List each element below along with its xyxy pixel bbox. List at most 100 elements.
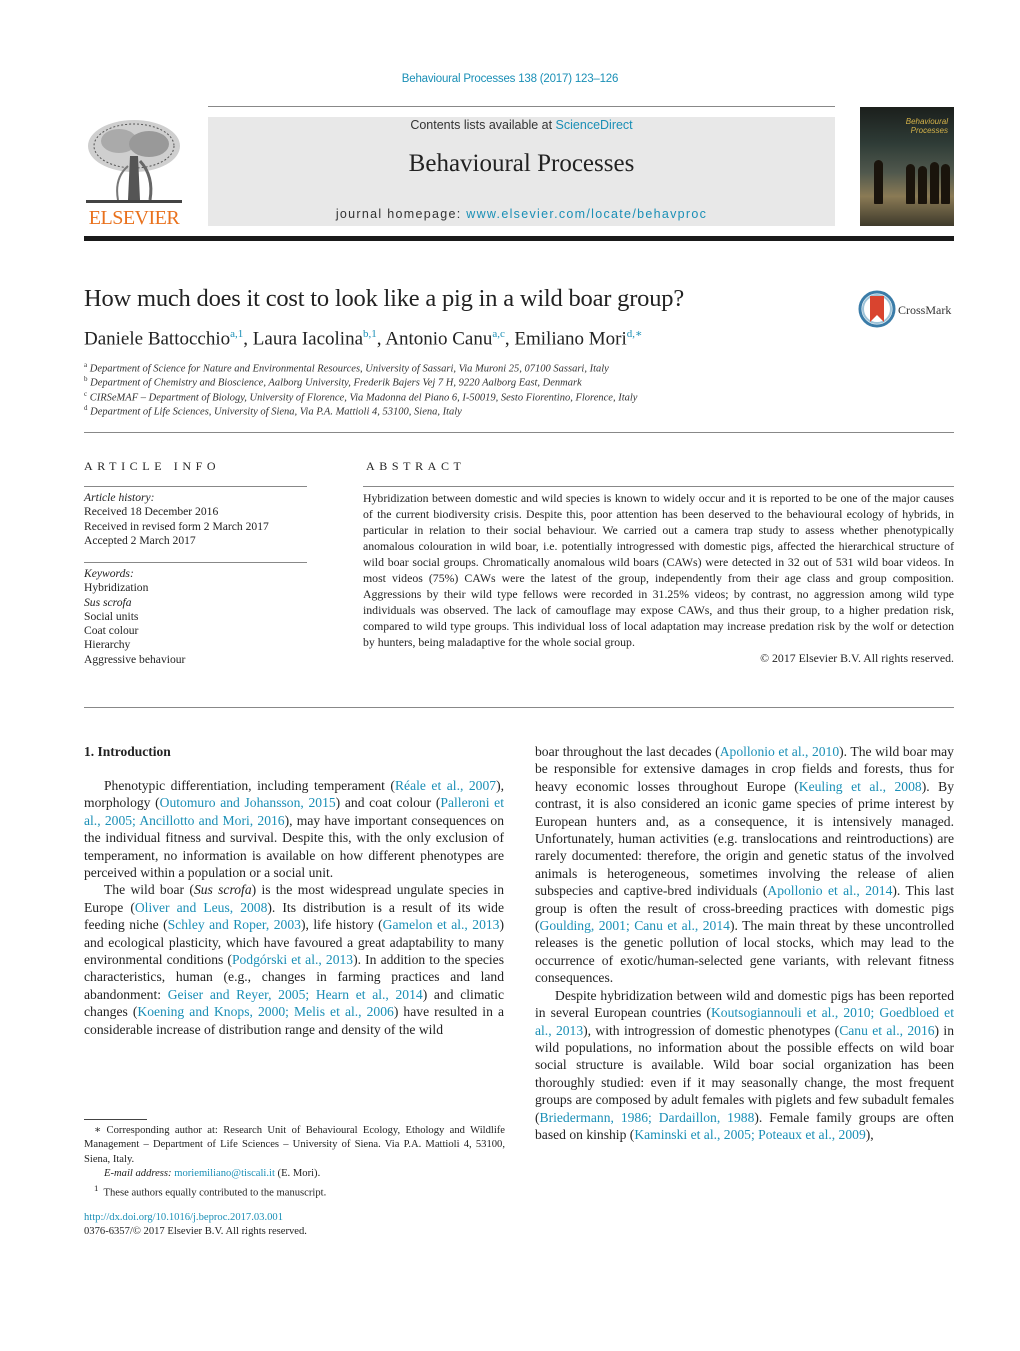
paragraph: boar throughout the last decades (Apollo… bbox=[535, 743, 954, 987]
author-separator: , bbox=[504, 328, 515, 350]
affiliation: d Department of Life Sciences, Universit… bbox=[84, 404, 462, 418]
author-name[interactable]: Laura Iacolina bbox=[253, 328, 363, 349]
history-item: Received in revised form 2 March 2017 bbox=[84, 519, 269, 533]
contents-line: Contents lists available at ScienceDirec… bbox=[208, 118, 835, 132]
keyword: Hybridization bbox=[84, 581, 149, 595]
sciencedirect-link[interactable]: ScienceDirect bbox=[556, 118, 633, 132]
footnote-marker: 1 bbox=[94, 1183, 99, 1194]
elsevier-wordmark: ELSEVIER bbox=[88, 207, 180, 229]
keywords: Keywords: Hybridization Sus scrofa Socia… bbox=[84, 567, 185, 667]
journal-reference[interactable]: Behavioural Processes 138 (2017) 123–126 bbox=[0, 73, 1020, 85]
meerkat-silhouette bbox=[930, 162, 939, 204]
author-separator: , bbox=[376, 328, 386, 350]
abstract-body: Hybridization between domestic and wild … bbox=[363, 490, 954, 666]
citation-link[interactable]: Goulding, 2001; Canu et al., 2014 bbox=[540, 918, 730, 933]
footnote-divider bbox=[84, 1119, 147, 1120]
meerkat-silhouette bbox=[918, 166, 927, 204]
species-name: Sus scrofa bbox=[193, 882, 252, 898]
email-note: E-mail address: moriemiliano@tiscali.it … bbox=[84, 1167, 505, 1181]
affiliation: b Department of Chemistry and Bioscience… bbox=[84, 375, 582, 389]
meerkat-silhouette bbox=[906, 164, 915, 204]
citation-link[interactable]: Briedermann, 1986; Dardaillon, 1988 bbox=[540, 1110, 755, 1125]
journal-masthead: Contents lists available at ScienceDirec… bbox=[208, 117, 835, 226]
paragraph-text: ), bbox=[865, 1126, 874, 1142]
article-history-label: Article history: bbox=[84, 491, 155, 504]
homepage-link[interactable]: www.elsevier.com/locate/behavproc bbox=[466, 207, 707, 221]
paragraph: Phenotypic differentiation, including te… bbox=[84, 777, 504, 881]
paragraph-text: ), with introgression of domestic phenot… bbox=[583, 1022, 840, 1038]
citation-link[interactable]: Podgórski et al., 2013 bbox=[232, 952, 353, 967]
email-suffix: (E. Mori). bbox=[274, 1167, 321, 1179]
affiliation: c CIRSeMAF – Department of Biology, Univ… bbox=[84, 390, 637, 404]
paragraph-text: Phenotypic differentiation, including te… bbox=[104, 778, 395, 793]
abstract-copyright: © 2017 Elsevier B.V. All rights reserved… bbox=[760, 651, 954, 665]
paragraph: Despite hybridization between wild and d… bbox=[535, 987, 954, 1144]
contents-prefix: Contents lists available at bbox=[410, 118, 556, 132]
paragraph-text: ). By contrast, it is also considered an… bbox=[535, 778, 954, 899]
author-affiliation-marker[interactable]: d,∗ bbox=[627, 328, 643, 340]
article-title: How much does it cost to look like a pig… bbox=[84, 285, 684, 312]
body-column-right: boar throughout the last decades (Apollo… bbox=[535, 743, 954, 1143]
cover-title-line: Processes bbox=[910, 126, 948, 135]
affiliation-key: a bbox=[84, 361, 88, 369]
body-column-left: Phenotypic differentiation, including te… bbox=[84, 777, 504, 1038]
paragraph-text: boar throughout the last decades ( bbox=[535, 744, 720, 759]
keyword: Sus scrofa bbox=[84, 595, 132, 609]
citation-link[interactable]: Apollonio et al., 2010 bbox=[720, 744, 839, 759]
keywords-divider bbox=[84, 562, 307, 563]
author-affiliation-marker[interactable]: b,1 bbox=[363, 328, 377, 340]
email-link[interactable]: moriemiliano@tiscali.it bbox=[174, 1168, 275, 1179]
citation-link[interactable]: Geiser and Reyer, 2005; Hearn et al., 20… bbox=[168, 987, 423, 1002]
keyword: Coat colour bbox=[84, 624, 139, 638]
author-name[interactable]: Daniele Battocchio bbox=[84, 328, 230, 349]
crossmark-icon bbox=[858, 290, 896, 328]
citation-link[interactable]: Réale et al., 2007 bbox=[395, 778, 496, 793]
equal-contribution-note: 1 These authors equally contributed to t… bbox=[84, 1181, 505, 1201]
citation-link[interactable]: Outomuro and Johansson, 2015 bbox=[160, 795, 336, 810]
citation-link[interactable]: Schley and Roper, 2003 bbox=[168, 917, 301, 932]
affiliation-text: CIRSeMAF – Department of Biology, Univer… bbox=[89, 392, 638, 404]
citation-link[interactable]: Canu et al., 2016 bbox=[839, 1023, 934, 1038]
author-name[interactable]: Emiliano Mori bbox=[514, 328, 626, 349]
citation-link[interactable]: Kaminski et al., 2005; Poteaux et al., 2… bbox=[634, 1127, 865, 1142]
affiliation-text: Department of Chemistry and Bioscience, … bbox=[90, 377, 582, 389]
crossmark-label: CrossMark bbox=[898, 303, 952, 317]
footnotes: ∗ Corresponding author at: Research Unit… bbox=[84, 1124, 505, 1201]
abstract-heading: ABSTRACT bbox=[366, 459, 466, 473]
cover-title-line: Behavioural bbox=[905, 117, 948, 126]
citation-link[interactable]: Apollonio et al., 2014 bbox=[767, 883, 892, 898]
affiliation-key: d bbox=[84, 404, 88, 412]
corresponding-author-note: ∗ Corresponding author at: Research Unit… bbox=[84, 1125, 505, 1165]
citation-link[interactable]: Gamelon et al., 2013 bbox=[383, 917, 500, 932]
author-affiliation-marker[interactable]: a,1 bbox=[230, 328, 243, 340]
homepage-line: journal homepage: www.elsevier.com/locat… bbox=[208, 207, 835, 221]
affiliation-divider bbox=[84, 432, 954, 433]
author-list: Daniele Battocchioa,1, Laura Iacolinab,1… bbox=[84, 327, 643, 350]
journal-title: Behavioural Processes bbox=[408, 150, 635, 177]
section-heading-introduction: 1. Introduction bbox=[84, 744, 171, 759]
paragraph-text: ) and coat colour ( bbox=[335, 795, 441, 811]
citation-link[interactable]: Koening and Knops, 2000; Melis et al., 2… bbox=[137, 1004, 393, 1019]
header-thick-divider bbox=[84, 236, 954, 241]
doi-link[interactable]: http://dx.doi.org/10.1016/j.beproc.2017.… bbox=[84, 1211, 307, 1225]
affiliation-text: Department of Science for Nature and Env… bbox=[89, 363, 609, 375]
author-affiliation-marker[interactable]: a,c bbox=[492, 328, 505, 340]
cover-title: Behavioural Processes bbox=[906, 117, 948, 135]
keyword: Aggressive behaviour bbox=[84, 652, 186, 666]
affiliation-text: Department of Life Sciences, University … bbox=[90, 406, 462, 418]
citation-link[interactable]: Keuling et al., 2008 bbox=[799, 779, 922, 794]
keyword: Social units bbox=[84, 609, 139, 623]
journal-cover-image[interactable]: Behavioural Processes bbox=[860, 107, 954, 226]
keywords-label: Keywords: bbox=[84, 567, 134, 580]
equal-contribution-text: These authors equally contributed to the… bbox=[103, 1187, 327, 1199]
citation-link[interactable]: Oliver and Leus, 2008 bbox=[135, 900, 268, 915]
keyword: Hierarchy bbox=[84, 638, 131, 652]
header-divider bbox=[208, 106, 835, 107]
crossmark-badge[interactable]: CrossMark bbox=[858, 290, 958, 330]
paragraph-text: The wild boar ( bbox=[104, 882, 194, 898]
article-info-heading: ARTICLE INFO bbox=[84, 459, 221, 473]
author-name[interactable]: Antonio Canu bbox=[385, 328, 492, 349]
author-separator: , bbox=[243, 328, 253, 350]
history-item: Received 18 December 2016 bbox=[84, 505, 219, 519]
abstract-text: Hybridization between domestic and wild … bbox=[363, 491, 954, 649]
